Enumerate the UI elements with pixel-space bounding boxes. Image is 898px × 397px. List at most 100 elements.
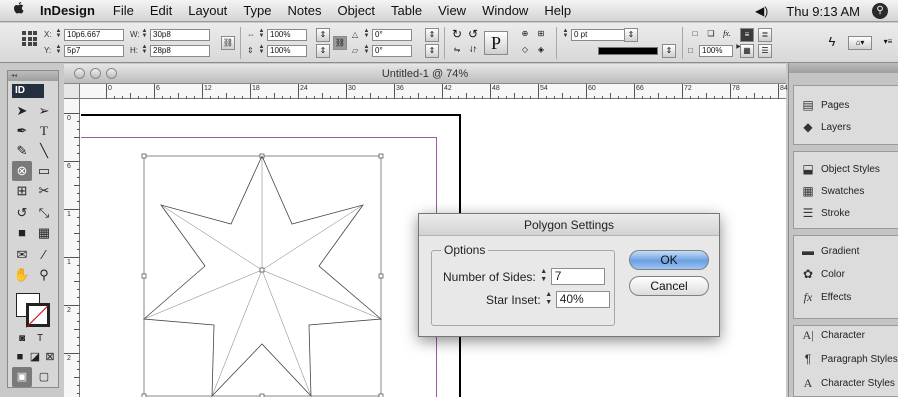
hand-tool-icon[interactable]: ✋ <box>12 265 32 285</box>
ruler-origin[interactable] <box>64 84 80 99</box>
scale-x-stepper[interactable]: ▲ ▼ <box>258 28 265 40</box>
drop-shadow-icon[interactable]: ❏ <box>704 28 718 42</box>
scale-x-input[interactable]: 100% <box>267 28 307 41</box>
select-next-icon[interactable]: ◈ <box>534 44 548 58</box>
panel-swatches[interactable]: ▦ Swatches <box>800 182 864 200</box>
y-input[interactable]: 5p7 <box>64 44 124 57</box>
menu-app-name[interactable]: InDesign <box>36 3 105 18</box>
distribute-icon[interactable]: ▦ <box>740 44 754 58</box>
type-tool-icon[interactable]: T <box>34 121 54 141</box>
note-tool-icon[interactable]: ✉ <box>12 245 32 265</box>
rectangle-tool-icon[interactable]: ▭ <box>34 161 54 181</box>
distribute-v-icon[interactable]: ☰ <box>758 44 772 58</box>
x-input[interactable]: 10p6.667 <box>64 28 124 41</box>
panel-menu-icon[interactable]: ▾≡ <box>878 36 898 50</box>
cancel-button[interactable]: Cancel <box>629 276 709 296</box>
selection-tool-icon[interactable]: ➤ <box>12 101 32 121</box>
panel-paragraph-styles[interactable]: ¶ Paragraph Styles <box>800 350 898 368</box>
stroke-weight-input[interactable]: 0 pt <box>571 28 627 41</box>
inset-input[interactable]: 40% <box>555 291 610 308</box>
reference-point-p-icon[interactable]: P <box>484 31 508 55</box>
apply-none-icon[interactable]: ⊠ <box>40 347 60 367</box>
rotate-cw-icon[interactable]: ↻ <box>450 28 464 42</box>
vertical-ruler[interactable]: 0611223 <box>64 99 80 397</box>
formatting-text-icon[interactable]: T <box>30 329 50 349</box>
panel-object-styles[interactable]: ⬓ Object Styles <box>800 160 880 178</box>
h-input[interactable]: 28p8 <box>150 44 210 57</box>
menu-file[interactable]: File <box>105 3 142 18</box>
rotation-stepper[interactable]: ▲ ▼ <box>363 28 370 40</box>
menu-edit[interactable]: Edit <box>142 3 180 18</box>
zoom-tool-icon[interactable]: ⚲ <box>34 265 54 285</box>
tools-panel-titlebar[interactable]: ◂◂ <box>8 71 58 81</box>
shear-dropdown[interactable]: ⇕ <box>425 44 439 58</box>
menu-layout[interactable]: Layout <box>180 3 235 18</box>
panel-color[interactable]: ✿ Color <box>800 265 845 283</box>
scale-x-dropdown[interactable]: ⇕ <box>316 28 330 42</box>
w-stepper[interactable]: ▲ ▼ <box>141 28 148 40</box>
stroke-type-swatch[interactable] <box>598 47 658 55</box>
scale-y-stepper[interactable]: ▲ ▼ <box>258 44 265 56</box>
button-tool-icon[interactable]: ⊞ <box>12 181 32 201</box>
shear-input[interactable]: 0° <box>372 44 412 57</box>
menu-view[interactable]: View <box>430 3 474 18</box>
panel-stroke[interactable]: ☰ Stroke <box>800 204 850 222</box>
stroke-weight-dropdown[interactable]: ⇕ <box>624 28 638 42</box>
panel-character-styles[interactable]: A Character Styles <box>800 374 895 392</box>
eyedropper-tool-icon[interactable]: ⁄ <box>34 245 54 265</box>
ok-button[interactable]: OK <box>629 250 709 270</box>
constrain-scale-icon[interactable]: ⛓ <box>333 36 347 50</box>
menu-type[interactable]: Type <box>235 3 279 18</box>
spotlight-icon[interactable]: ⚲ <box>872 3 888 19</box>
flip-vertical-icon[interactable]: ⥯ <box>466 44 480 58</box>
rotate-ccw-icon[interactable]: ↺ <box>466 28 480 42</box>
pencil-tool-icon[interactable]: ✎ <box>12 141 32 161</box>
stroke-weight-stepper[interactable]: ▲ ▼ <box>562 28 569 40</box>
frame-fitting-icon[interactable]: □ <box>688 28 702 42</box>
dock-titlebar[interactable] <box>789 63 898 73</box>
rotate-tool-icon[interactable]: ↺ <box>12 203 32 223</box>
constrain-proportions-icon[interactable]: ⛓ <box>221 36 235 50</box>
inset-stepper[interactable]: ▲ ▼ <box>544 291 554 308</box>
menu-help[interactable]: Help <box>536 3 579 18</box>
document-titlebar[interactable]: Untitled-1 @ 74% <box>64 64 786 84</box>
menu-table[interactable]: Table <box>383 3 430 18</box>
align-left-icon[interactable]: ≡ <box>740 28 754 42</box>
rotation-input[interactable]: 0° <box>372 28 412 41</box>
x-stepper[interactable]: ▲ ▼ <box>55 28 62 40</box>
panel-effects[interactable]: fx Effects <box>800 288 852 306</box>
zoom-button[interactable] <box>106 68 117 79</box>
stroke-type-dropdown[interactable]: ⇕ <box>662 44 676 58</box>
gradient-feather-tool-icon[interactable]: ▦ <box>34 223 54 243</box>
menu-notes[interactable]: Notes <box>280 3 330 18</box>
speaker-icon[interactable]: ◀︎) <box>745 4 778 18</box>
h-stepper[interactable]: ▲ ▼ <box>141 44 148 56</box>
scissors-tool-icon[interactable]: ✂ <box>34 181 54 201</box>
panel-gradient[interactable]: ▬ Gradient <box>800 242 859 260</box>
flip-horizontal-icon[interactable]: ⇋ <box>450 44 464 58</box>
w-input[interactable]: 30p8 <box>150 28 210 41</box>
shear-stepper[interactable]: ▲ ▼ <box>363 44 370 56</box>
direct-selection-tool-icon[interactable]: ➢ <box>34 101 54 121</box>
fill-stroke-swatch-icon[interactable] <box>16 293 52 329</box>
pen-tool-icon[interactable]: ✒ <box>12 121 32 141</box>
apple-menu-icon[interactable] <box>0 1 36 20</box>
menu-object[interactable]: Object <box>329 3 383 18</box>
gradient-tool-icon[interactable]: ■ <box>12 223 32 243</box>
panel-character[interactable]: A| Character <box>800 326 864 344</box>
horizontal-ruler[interactable]: 0 6 12 18 24 30 36 42 48 54 60 66 72 78 84 <box>80 84 788 99</box>
y-stepper[interactable]: ▲ ▼ <box>55 44 62 56</box>
lightning-icon[interactable]: ϟ <box>825 35 839 50</box>
normal-view-icon[interactable]: ▣ <box>12 367 32 387</box>
sides-input[interactable]: 7 <box>550 268 605 285</box>
align-center-icon[interactable]: ≣ <box>758 28 772 42</box>
bridge-icon[interactable]: ⌂▾ <box>848 36 872 50</box>
sides-stepper[interactable]: ▲ ▼ <box>539 268 549 285</box>
minimize-button[interactable] <box>90 68 101 79</box>
reference-point-icon[interactable] <box>22 31 38 47</box>
panel-layers[interactable]: ◆ Layers <box>800 118 851 136</box>
preview-view-icon[interactable]: ▢ <box>34 367 54 387</box>
scale-y-dropdown[interactable]: ⇕ <box>316 44 330 58</box>
line-tool-icon[interactable]: ╲ <box>34 141 54 161</box>
rotation-dropdown[interactable]: ⇕ <box>425 28 439 42</box>
